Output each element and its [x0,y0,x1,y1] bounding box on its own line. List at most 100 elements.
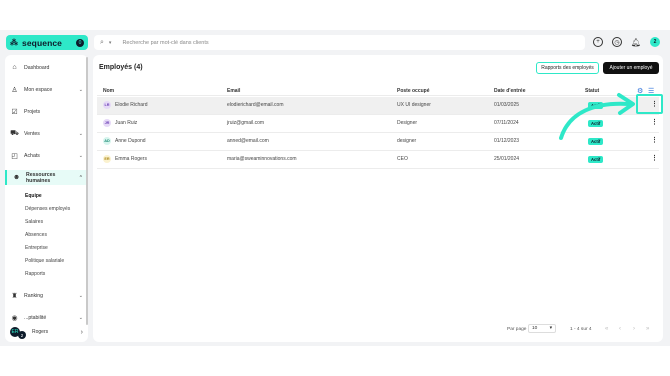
employee-name: Elodie Richard [115,102,148,108]
curved-arrow-icon [559,93,635,140]
app-window: ⁂ sequence 0 ⌕ ▾ + ◷ 🔔︎ 2 ⌂ Dashboard ♙ … [0,30,670,346]
status-badge: Actif [588,156,604,163]
employee-date: 01/12/2023 [494,138,520,144]
sidebar-item-dashboard[interactable]: ⌂ Dashboard [5,60,88,75]
chevron-down-icon: ⌄ [78,86,83,93]
employee-role: UX UI designer [397,102,431,108]
sidebar-item-ranking[interactable]: ♜ Ranking ⌄ [5,288,88,303]
chevron-down-icon: ⌄ [78,314,83,321]
sidebar-item-label: Ressources humaines [26,171,56,184]
employee-reports-button[interactable]: Rapports des employés [536,62,599,74]
add-employee-button[interactable]: Ajouter un employé [603,62,659,74]
avatar[interactable]: 2 [650,37,660,47]
employee-role: CEO [397,156,408,162]
more-options-icon[interactable]: ⋮ [651,136,658,144]
employee-email: elodierichard@email.com [227,102,284,108]
employee-name: Juan Ruiz [115,120,138,126]
column-header-email[interactable]: Email [227,88,240,94]
pagination-range: 1 - 4 sur 4 [570,327,592,332]
sidebar-item-mon-espace[interactable]: ♙ Mon espace ⌄ [5,82,88,97]
accounting-icon: ◉ [11,314,18,322]
sidebar-scrollbar[interactable] [86,57,88,325]
chevron-down-icon: ⌄ [78,152,83,159]
employee-name: Emma Rogers [115,156,147,162]
chevron-right-icon: › [80,328,83,336]
sidebar-subitem-salaires[interactable]: Salaires [25,219,43,225]
sidebar-item-label: Projets [24,108,41,115]
sidebar-subitem-equipe[interactable]: Equipe [25,193,42,199]
add-circle-icon[interactable]: + [593,37,603,47]
bag-icon: ◰ [11,152,18,160]
per-page-select[interactable]: 10 ▾ [528,324,556,333]
sidebar-item-label: Ranking [24,292,44,299]
last-page-icon[interactable]: » [646,326,649,332]
table-row[interactable]: ER Emma Rogers maria@sweaminnovations.co… [97,151,659,168]
sidebar-item-achats[interactable]: ◰ Achats ⌄ [5,148,88,163]
column-header-date[interactable]: Date d'entrée [494,88,525,94]
people-icon: ☻ [12,174,21,181]
column-header-poste[interactable]: Poste occupé [397,88,430,94]
employee-email: anned@email.com [227,138,269,144]
employee-date: 01/03/2025 [494,102,520,108]
sidebar-subitem-absences[interactable]: Absences [25,232,47,238]
column-header-nom[interactable]: Nom [103,88,114,94]
chevron-up-icon: ⌃ [78,174,83,181]
avatar: AD [103,137,111,145]
prev-page-icon[interactable]: ‹ [619,326,621,332]
employee-email: jruiz@gmail.com [227,120,265,126]
employee-email: maria@sweaminnovations.com [227,156,297,162]
chevron-down-icon: ▾ [549,326,552,331]
sidebar-item-label: Mon espace [24,86,53,93]
sidebar-subitem-depenses[interactable]: Dépenses employés [25,206,70,212]
sidebar-item-projets[interactable]: ☑ Projets [5,104,88,119]
search-bar[interactable]: ⌕ ▾ [94,35,585,50]
more-options-icon[interactable]: ⋮ [651,154,658,162]
clock-icon[interactable]: ◷ [612,37,622,47]
sidebar-item-label: Ventes [24,130,40,137]
avatar: ER [103,155,111,163]
table-divider [97,168,659,169]
sidebar-item-ressources-humaines[interactable]: ☻ Ressources humaines ⌃ [5,170,88,185]
ranking-icon: ♜ [11,292,18,300]
notification-badge: 2 [18,331,26,339]
sidebar-subitem-entreprise[interactable]: Entreprise [25,245,48,251]
per-page-value: 10 [532,326,538,331]
avatar: JR [103,119,111,127]
logo-mark-icon: ⁂ [10,38,18,47]
logo-text: sequence [22,37,63,48]
sidebar-subitem-rapports[interactable]: Rapports [25,271,45,277]
bell-icon[interactable]: 🔔︎ [631,37,641,47]
more-options-icon[interactable]: ⋮ [651,118,658,126]
search-icon: ⌕ [100,38,104,46]
avatar: LR [103,101,111,109]
employee-role: Designer [397,120,418,126]
check-square-icon: ☑ [11,108,18,116]
sidebar-item-comptabilite[interactable]: ◉ ...ptabilité ⌄ [5,310,88,325]
chevron-down-icon: ⌄ [78,130,83,137]
first-page-icon[interactable]: « [605,326,608,332]
employee-role: designer [397,138,417,144]
home-icon: ⌂ [12,64,17,71]
app-logo[interactable]: ⁂ sequence 0 [6,35,88,50]
cart-icon: ⛟ [10,130,19,137]
employee-name: Anne Dupond [115,138,146,144]
logo-badge: 0 [76,38,84,47]
sidebar-user[interactable]: ER 2 Rogers › [5,324,88,340]
next-page-icon[interactable]: › [633,326,635,332]
chevron-down-icon[interactable]: ▾ [109,40,112,46]
header-actions: + ◷ 🔔︎ 2 [593,37,660,47]
sidebar-item-label: ...ptabilité [24,314,47,321]
search-input[interactable] [122,39,579,46]
sidebar-item-label: Dashboard [24,64,50,71]
employee-date: 07/11/2024 [494,120,519,126]
sidebar: ⌂ Dashboard ♙ Mon espace ⌄ ☑ Projets ⛟ V… [5,55,88,342]
user-name: Rogers [32,329,49,335]
employee-date: 25/01/2024 [494,156,520,162]
chevron-down-icon: ⌄ [78,292,83,299]
per-page-label: Par page [507,327,527,332]
person-icon: ♙ [11,86,18,94]
sidebar-item-label: Achats [24,152,40,159]
sidebar-item-ventes[interactable]: ⛟ Ventes ⌄ [5,126,88,141]
sidebar-subitem-politique[interactable]: Politique salariale [25,258,64,264]
page-title: Employés (4) [99,64,143,71]
